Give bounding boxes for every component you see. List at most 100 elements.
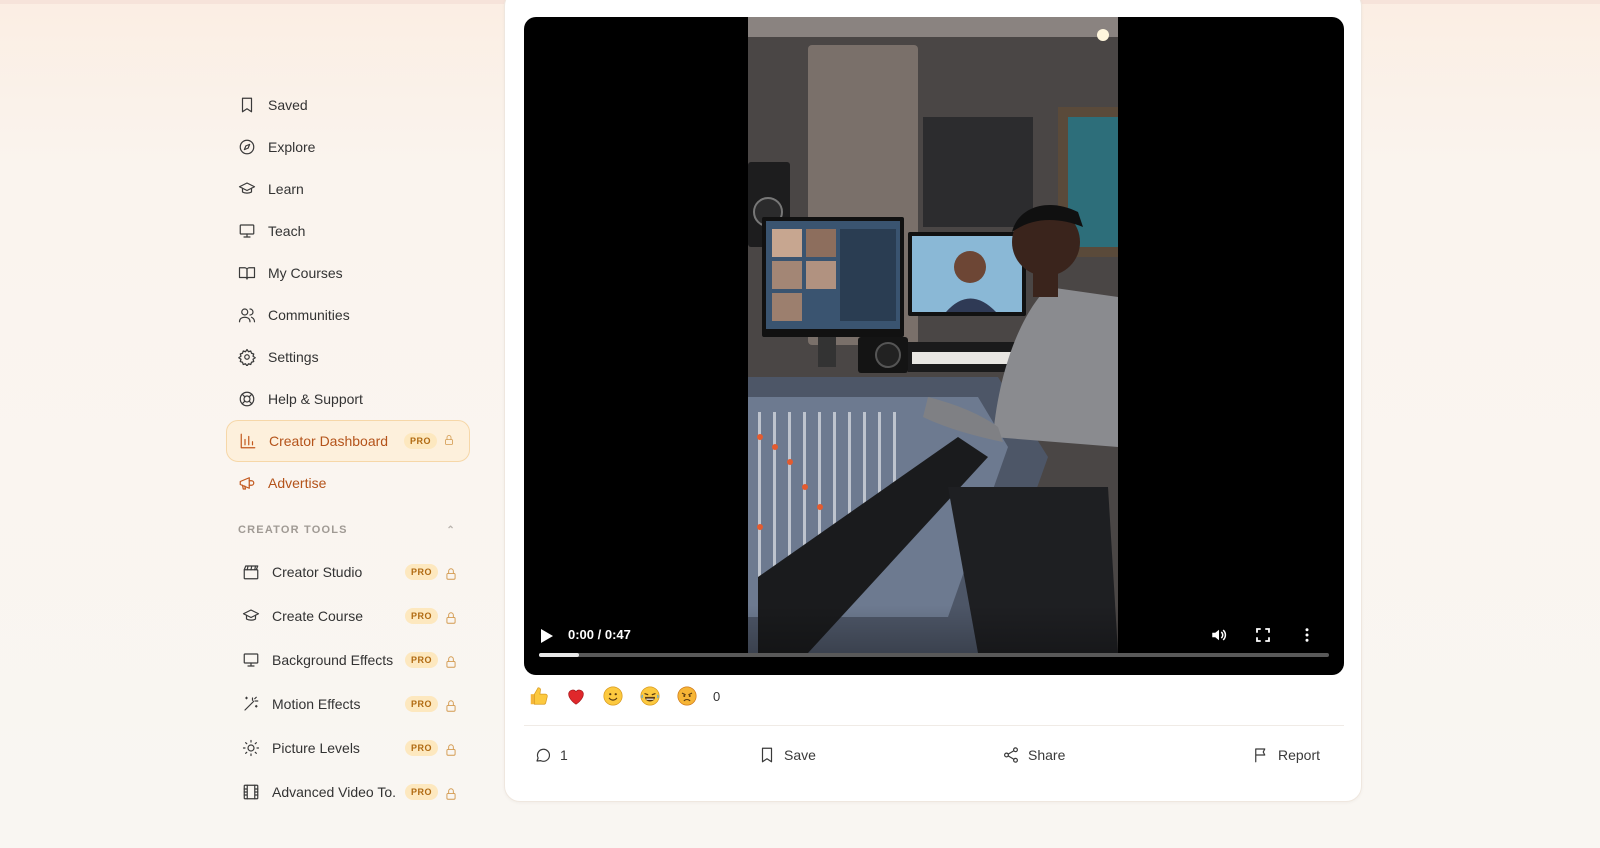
tool-item-advanced-video-tools[interactable]: Advanced Video To... PRO	[226, 770, 470, 814]
save-label: Save	[784, 747, 816, 763]
video-player[interactable]: 0:00 / 0:47	[524, 17, 1344, 675]
heart-reaction[interactable]	[565, 685, 587, 707]
sidebar-item-advertise[interactable]: Advertise	[226, 462, 470, 504]
thumbs-up-reaction[interactable]	[528, 685, 550, 707]
creator-tools-section-header[interactable]: CREATOR TOOLS ⌃	[226, 510, 470, 550]
tool-item-create-course[interactable]: Create Course PRO	[226, 594, 470, 638]
post-actions: 1 Save Share Report	[524, 739, 1344, 771]
tool-item-label: Create Course	[272, 608, 364, 624]
sidebar-item-label: Settings	[268, 349, 319, 365]
comment-button[interactable]: 1	[534, 739, 568, 771]
tool-item-creator-studio[interactable]: Creator Studio PRO	[226, 550, 470, 594]
sidebar-item-label: Creator Dashboard	[269, 433, 389, 449]
smile-reaction[interactable]	[602, 685, 624, 707]
sun-icon	[242, 739, 260, 757]
reaction-count: 0	[713, 688, 721, 704]
sidebar-item-settings[interactable]: Settings	[226, 336, 470, 378]
video-progress-bar[interactable]	[539, 653, 1329, 657]
users-icon	[238, 306, 256, 324]
fullscreen-button[interactable]	[1254, 626, 1272, 644]
video-thumbnail	[748, 17, 1118, 653]
clapperboard-icon	[242, 563, 260, 581]
tool-item-background-effects[interactable]: Background Effects PRO	[226, 638, 470, 682]
laughing-icon	[640, 686, 660, 706]
lock-icon	[444, 609, 458, 624]
chevron-up-icon: ⌃	[446, 524, 456, 536]
tool-item-label: Creator Studio	[272, 564, 363, 580]
sidebar-item-label: Communities	[268, 307, 350, 323]
tool-item-picture-levels[interactable]: Picture Levels PRO	[226, 726, 470, 770]
sidebar-item-creator-dashboard[interactable]: Creator Dashboard PRO	[226, 420, 470, 462]
angry-reaction[interactable]	[676, 685, 698, 707]
presentation-icon	[238, 222, 256, 240]
pro-badge: PRO	[404, 696, 438, 712]
post-card: 0:00 / 0:47 0 1 Save Share Report	[504, 0, 1362, 802]
angry-icon	[677, 686, 697, 706]
flag-icon	[1255, 748, 1266, 763]
sidebar-item-label: Saved	[268, 97, 308, 113]
sidebar-item-explore[interactable]: Explore	[226, 126, 470, 168]
section-title: CREATOR TOOLS	[238, 524, 348, 536]
fullscreen-icon	[1256, 628, 1270, 642]
report-button[interactable]: Report	[1252, 739, 1320, 771]
sidebar: Saved Explore Learn Teach My Courses Com…	[226, 84, 470, 814]
video-controls: 0:00 / 0:47	[524, 605, 1344, 675]
volume-button[interactable]	[1210, 626, 1228, 644]
book-open-icon	[238, 264, 256, 282]
sidebar-item-label: Help & Support	[268, 391, 363, 407]
divider	[524, 725, 1344, 726]
tool-item-label: Motion Effects	[272, 696, 361, 712]
graduation-cap-icon	[242, 607, 260, 625]
gear-icon	[238, 348, 256, 366]
pro-badge: PRO	[404, 784, 438, 800]
video-frame[interactable]	[748, 17, 1118, 653]
volume-icon	[1212, 629, 1227, 641]
presentation-icon	[242, 651, 260, 669]
sidebar-item-learn[interactable]: Learn	[226, 168, 470, 210]
share-button[interactable]: Share	[1002, 739, 1065, 771]
report-label: Report	[1278, 747, 1321, 763]
more-vertical-icon	[1305, 628, 1309, 642]
bar-chart-icon	[239, 432, 257, 450]
lock-icon	[444, 741, 458, 756]
tool-item-label: Background Effects	[272, 652, 394, 668]
pro-badge: PRO	[404, 608, 438, 624]
play-button[interactable]	[540, 628, 554, 644]
lock-icon	[444, 653, 458, 668]
compass-icon	[238, 138, 256, 156]
pro-badge: PRO	[404, 740, 438, 756]
pro-badge: PRO	[404, 564, 438, 580]
tool-item-label: Advanced Video To...	[272, 784, 397, 800]
sidebar-item-label: Learn	[268, 181, 304, 197]
comment-icon	[536, 748, 551, 762]
tool-item-label: Picture Levels	[272, 740, 360, 756]
thumbs-up-icon	[530, 687, 548, 705]
sidebar-item-label: My Courses	[268, 265, 343, 281]
tool-item-motion-effects[interactable]: Motion Effects PRO	[226, 682, 470, 726]
pro-badge: PRO	[403, 433, 437, 449]
megaphone-icon	[238, 474, 256, 492]
lock-icon	[443, 434, 457, 448]
laughing-reaction[interactable]	[639, 685, 661, 707]
lock-icon	[444, 785, 458, 800]
sidebar-item-help-support[interactable]: Help & Support	[226, 378, 470, 420]
video-progress-fill	[539, 653, 579, 657]
save-button[interactable]: Save	[758, 739, 816, 771]
lock-icon	[444, 565, 458, 580]
sidebar-item-communities[interactable]: Communities	[226, 294, 470, 336]
bookmark-icon	[238, 96, 256, 114]
sidebar-item-teach[interactable]: Teach	[226, 210, 470, 252]
sidebar-item-saved[interactable]: Saved	[226, 84, 470, 126]
film-icon	[242, 783, 260, 801]
heart-icon	[568, 689, 584, 705]
sidebar-item-my-courses[interactable]: My Courses	[226, 252, 470, 294]
play-icon	[541, 629, 553, 643]
more-options-button[interactable]	[1298, 626, 1316, 644]
sidebar-item-label: Teach	[268, 223, 306, 239]
sidebar-item-label: Advertise	[268, 475, 327, 491]
magic-wand-icon	[242, 695, 260, 713]
video-time: 0:00 / 0:47	[568, 627, 631, 642]
sidebar-item-label: Explore	[268, 139, 316, 155]
share-label: Share	[1028, 747, 1066, 763]
share-icon	[1004, 747, 1018, 763]
